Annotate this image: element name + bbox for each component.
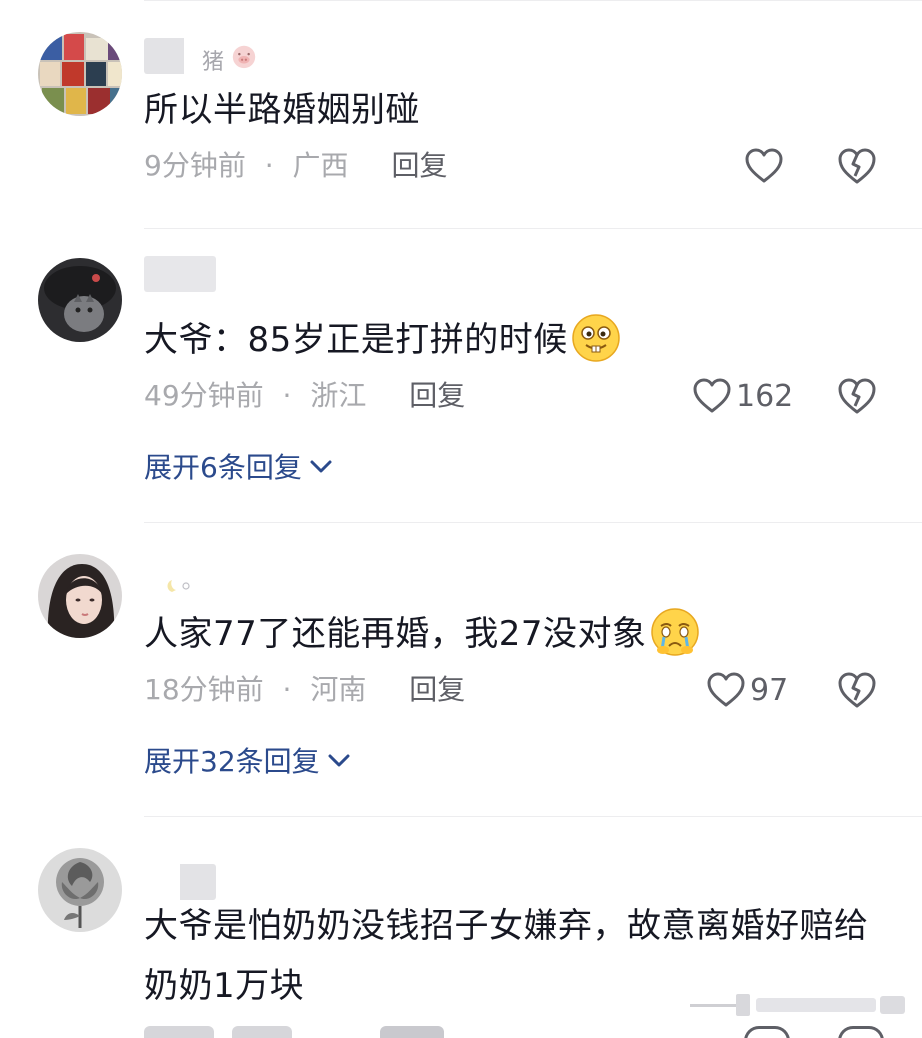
broken-heart-icon[interactable] xyxy=(836,376,878,416)
comment-text-content: 所以半路婚姻别碰 xyxy=(144,90,420,130)
pig-emoji xyxy=(232,45,256,69)
moon-emoji xyxy=(167,580,190,592)
username-redacted[interactable] xyxy=(144,568,216,604)
avatar[interactable] xyxy=(38,554,122,638)
like-button[interactable]: 162 xyxy=(692,374,793,418)
heart-outline-icon xyxy=(707,672,745,707)
comment-location: 浙江 xyxy=(310,379,367,412)
avatar[interactable] xyxy=(38,258,122,342)
comment-time: 18分钟前 xyxy=(144,673,264,706)
comment-meta: 9分钟前 · 广西 回复 xyxy=(144,146,447,186)
comment-text: 所以半路婚姻别碰 xyxy=(144,80,420,140)
chevron-down-icon xyxy=(310,460,332,473)
meta-separator: · xyxy=(264,149,274,182)
reply-button[interactable]: 回复 xyxy=(391,149,447,182)
like-button[interactable] xyxy=(744,144,784,188)
smirk-face-emoji xyxy=(572,313,620,362)
comment-text: 大爷：85岁正是打拼的时候 xyxy=(144,310,622,370)
truncated-meta-row xyxy=(144,1026,904,1038)
avatar[interactable] xyxy=(38,848,122,932)
expand-replies-label: 展开32条回复 xyxy=(144,745,320,778)
comment-meta: 49分钟前 · 浙江 回复 xyxy=(144,376,465,416)
comment-text-line-1: 大爷是怕奶奶没钱招子女嫌弃，故意离婚好赔给 xyxy=(144,906,869,946)
broken-heart-icon[interactable] xyxy=(836,670,878,710)
comment-text-content: 人家77了还能再婚，我27没对象 xyxy=(144,614,647,654)
avatar[interactable] xyxy=(38,32,122,116)
chevron-down-icon xyxy=(328,754,350,767)
comment-divider xyxy=(144,228,922,229)
heart-outline-icon xyxy=(693,378,731,413)
reply-button[interactable]: 回复 xyxy=(409,379,465,412)
comment-time: 49分钟前 xyxy=(144,379,264,412)
avatar-image xyxy=(38,848,122,932)
username-redacted[interactable] xyxy=(144,256,216,292)
comment-meta: 18分钟前 · 河南 回复 xyxy=(144,670,465,710)
top-divider xyxy=(144,0,922,1)
username-redacted[interactable] xyxy=(144,864,216,900)
comment-time: 9分钟前 xyxy=(144,149,246,182)
like-button[interactable]: 97 xyxy=(706,668,788,712)
expand-replies-link[interactable]: 展开6条回复 xyxy=(144,446,334,486)
meta-separator: · xyxy=(282,673,292,706)
comment-text-content: 大爷：85岁正是打拼的时候 xyxy=(144,320,568,360)
reply-button[interactable]: 回复 xyxy=(409,673,465,706)
username-fragment: 猪 xyxy=(202,50,225,74)
avatar-image xyxy=(38,554,122,638)
comment-location: 广西 xyxy=(292,149,349,182)
heart-outline-icon xyxy=(745,148,783,183)
comment-text: 人家77了还能再婚，我27没对象 xyxy=(144,604,701,664)
like-count: 97 xyxy=(750,672,789,708)
watermark-logo xyxy=(690,994,905,1016)
meta-separator: · xyxy=(282,379,292,412)
username-redacted[interactable]: 猪 xyxy=(144,38,264,74)
avatar-image xyxy=(38,258,122,342)
avatar-image xyxy=(38,32,122,116)
expand-replies-label: 展开6条回复 xyxy=(144,451,302,484)
comment-location: 河南 xyxy=(310,673,367,706)
comment-divider xyxy=(144,522,922,523)
comment-divider xyxy=(144,816,922,817)
expand-replies-link[interactable]: 展开32条回复 xyxy=(144,740,352,780)
crying-face-emoji xyxy=(650,607,699,656)
broken-heart-icon[interactable] xyxy=(836,146,878,186)
like-count: 162 xyxy=(736,378,794,414)
